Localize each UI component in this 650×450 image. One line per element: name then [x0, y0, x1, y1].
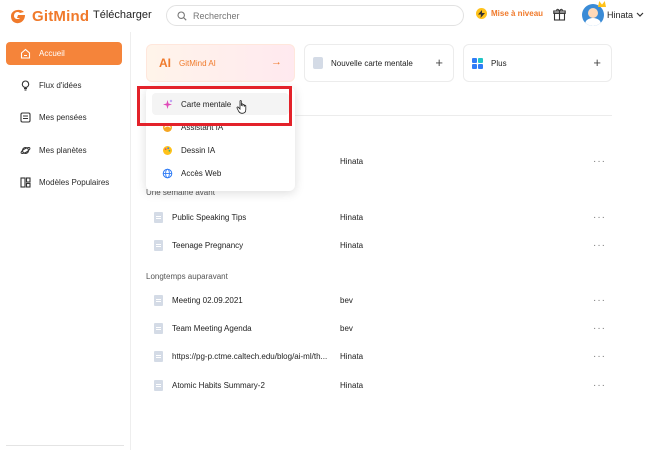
plus-icon: + — [435, 55, 443, 70]
file-icon — [313, 57, 323, 69]
gitmind-logo-icon — [11, 9, 25, 24]
mindmap-file-icon — [154, 350, 163, 362]
list-item[interactable]: https://pg-p.ctme.caltech.edu/blog/ai-ml… — [146, 345, 612, 367]
gitmind-ai-label: GitMind AI — [179, 58, 216, 68]
sidebar-item-label: Accueil — [39, 49, 65, 58]
mindmap-file-icon — [154, 211, 163, 223]
new-mindmap-card[interactable]: Nouvelle carte mentale + — [304, 44, 454, 82]
sidebar-item-mes-planetes[interactable]: Mes planètes — [6, 139, 122, 162]
file-owner: Hinata — [340, 212, 364, 222]
sidebar-item-accueil[interactable]: Accueil — [6, 42, 122, 65]
sidebar-item-label: Mes planètes — [39, 146, 87, 155]
section-label: Longtemps auparavant — [146, 272, 228, 281]
apps-grid-icon — [472, 57, 483, 69]
gift-icon[interactable] — [553, 8, 566, 21]
note-icon — [20, 112, 31, 123]
file-title: https://pg-p.ctme.caltech.edu/blog/ai-ml… — [172, 351, 328, 361]
palette-icon — [163, 145, 172, 155]
file-owner: Hinata — [340, 156, 364, 166]
mindmap-file-icon — [154, 379, 163, 391]
sidebar-item-flux-idees[interactable]: Flux d'idées — [6, 74, 122, 97]
more-label: Plus — [491, 58, 507, 68]
file-owner: bev — [340, 295, 353, 305]
file-title: Teenage Pregnancy — [172, 240, 244, 250]
sidebar-item-label: Flux d'idées — [39, 81, 82, 90]
sidebar-divider — [6, 445, 124, 446]
more-options-icon[interactable]: ··· — [593, 212, 606, 223]
more-options-icon[interactable]: ··· — [593, 323, 606, 334]
hand-cursor-icon — [236, 100, 247, 114]
menu-item-label: Dessin IA — [181, 145, 216, 155]
user-menu[interactable]: Hinata — [582, 4, 644, 26]
file-owner: Hinata — [340, 380, 364, 390]
menu-item-label: Accès Web — [181, 168, 222, 178]
more-options-icon[interactable]: ··· — [593, 156, 606, 167]
planet-icon — [20, 146, 31, 155]
gitmind-ai-card[interactable]: AI GitMind AI → — [146, 44, 295, 82]
chevron-down-icon — [636, 12, 644, 17]
file-title: Public Speaking Tips — [172, 212, 247, 222]
mindmap-file-icon — [154, 239, 163, 251]
search-box[interactable] — [166, 5, 464, 26]
plus-icon: + — [593, 55, 601, 70]
more-card[interactable]: Plus + — [463, 44, 612, 82]
more-options-icon[interactable]: ··· — [593, 380, 606, 391]
download-link[interactable]: Télécharger — [93, 9, 152, 21]
sidebar-item-modeles-populaires[interactable]: Modèles Populaires — [6, 171, 122, 194]
home-icon — [20, 48, 31, 59]
mindmap-file-icon — [154, 294, 163, 306]
more-options-icon[interactable]: ··· — [593, 295, 606, 306]
file-title: Team Meeting Agenda — [172, 323, 252, 333]
avatar — [582, 4, 604, 26]
brand-name: GitMind — [32, 7, 90, 25]
file-owner: Hinata — [340, 351, 364, 361]
menu-item-acces-web[interactable]: Accès Web — [152, 162, 289, 184]
new-mindmap-label: Nouvelle carte mentale — [331, 58, 413, 68]
list-item[interactable]: Meeting 02.09.2021 bev ··· — [146, 289, 612, 311]
bulb-icon — [21, 80, 30, 91]
more-options-icon[interactable]: ··· — [593, 240, 606, 251]
file-title: Atomic Habits Summary-2 — [172, 380, 265, 390]
menu-item-dessin-ia[interactable]: Dessin IA — [152, 139, 289, 161]
gitmind-logo[interactable]: GitMind — [8, 7, 89, 25]
sidebar-item-mes-pensees[interactable]: Mes pensées — [6, 106, 122, 129]
sidebar-item-label: Modèles Populaires — [39, 178, 110, 187]
templates-icon — [20, 177, 31, 188]
sidebar: Accueil Flux d'idées Mes pensées Mes pla… — [0, 32, 131, 450]
upgrade-label: Mise à niveau — [491, 9, 544, 18]
file-owner: bev — [340, 323, 353, 333]
ai-logo-icon: AI — [159, 56, 171, 70]
list-item[interactable]: Teenage Pregnancy Hinata ··· — [146, 234, 612, 256]
sidebar-item-label: Mes pensées — [39, 113, 87, 122]
user-name: Hinata — [607, 10, 634, 20]
list-item[interactable]: Public Speaking Tips Hinata ··· — [146, 206, 612, 228]
list-item[interactable]: Team Meeting Agenda bev ··· — [146, 317, 612, 339]
upgrade-button[interactable]: Mise à niveau — [476, 8, 543, 19]
globe-icon — [162, 168, 173, 178]
arrow-right-icon: → — [271, 56, 282, 68]
search-input[interactable] — [193, 10, 443, 21]
search-icon — [177, 10, 187, 21]
top-bar: GitMind Télécharger Mise à niveau Hinata — [0, 0, 650, 32]
mindmap-file-icon — [154, 322, 163, 334]
file-owner: Hinata — [340, 240, 364, 250]
file-title: Meeting 02.09.2021 — [172, 295, 243, 305]
lightning-icon — [476, 8, 487, 19]
more-options-icon[interactable]: ··· — [593, 351, 606, 362]
list-item[interactable]: Atomic Habits Summary-2 Hinata ··· — [146, 374, 612, 396]
highlight-box — [137, 86, 292, 126]
